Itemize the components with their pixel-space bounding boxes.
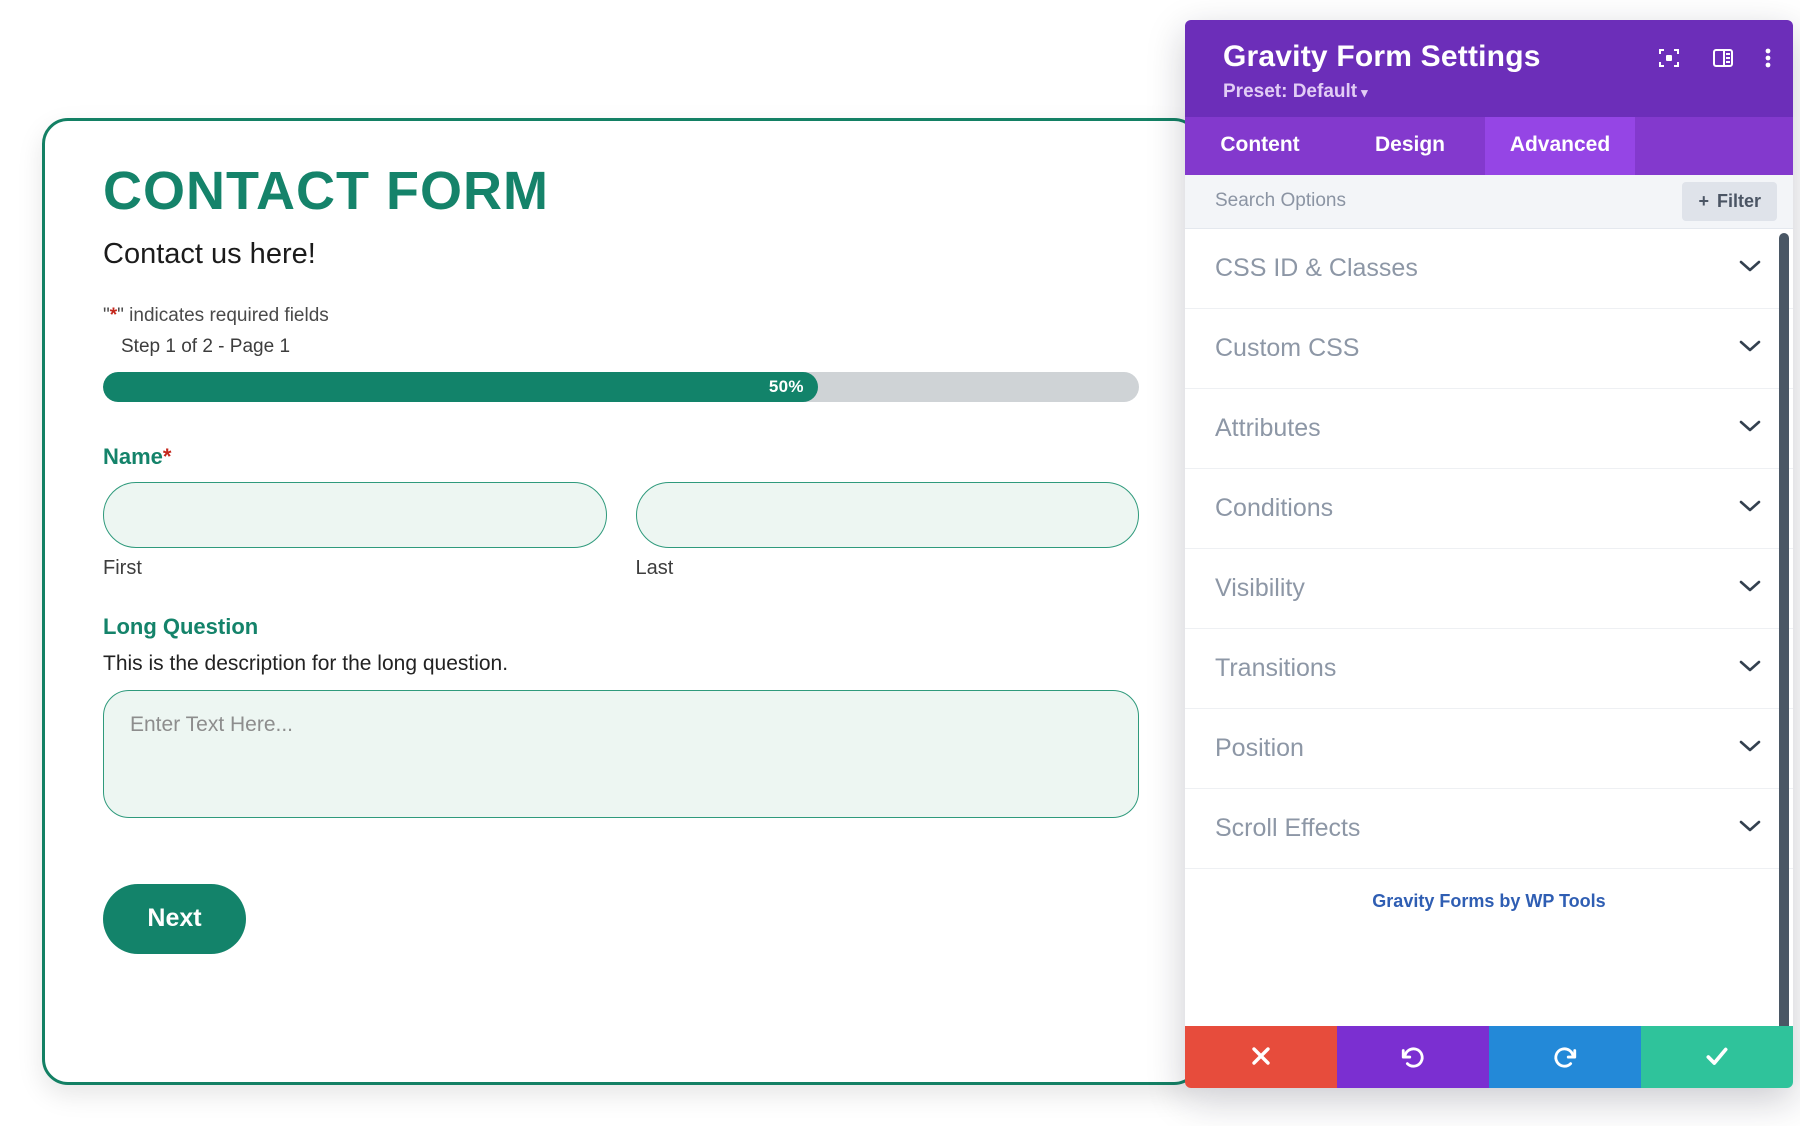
panel-footer xyxy=(1185,1026,1793,1088)
tab-content[interactable]: Content xyxy=(1185,117,1335,175)
accordion-item-conditions[interactable]: Conditions xyxy=(1185,469,1793,549)
plus-icon: + xyxy=(1698,190,1709,211)
undo-icon xyxy=(1400,1043,1426,1072)
accordion-label: Scroll Effects xyxy=(1215,813,1361,842)
field-name-required-star: * xyxy=(162,443,172,469)
accordion-label: Conditions xyxy=(1215,493,1334,522)
first-name-input[interactable] xyxy=(103,481,607,548)
progress-percent-label: 50% xyxy=(768,376,804,396)
panel-preset-label: Preset: Default xyxy=(1223,80,1358,102)
last-name-sublabel: Last xyxy=(635,556,674,579)
accordion-label: Custom CSS xyxy=(1215,333,1360,362)
contact-form-inner: CONTACT FORM Contact us here! "*" indica… xyxy=(45,121,1197,954)
step-indicator: Step 1 of 2 - Page 1 xyxy=(121,335,291,357)
chevron-down-icon xyxy=(1739,659,1761,678)
filter-button-label: Filter xyxy=(1716,190,1761,211)
last-name-input[interactable] xyxy=(635,481,1139,548)
save-button[interactable] xyxy=(1641,1026,1793,1088)
panel-preset-selector[interactable]: Preset: Default ▾ xyxy=(1223,81,1767,103)
progress-bar-track: 50% xyxy=(103,371,1139,402)
field-long-question-description: This is the description for the long que… xyxy=(103,651,509,675)
chevron-down-icon xyxy=(1739,819,1761,838)
contact-form-card: CONTACT FORM Contact us here! "*" indica… xyxy=(42,118,1200,1085)
screen-root: CONTACT FORM Contact us here! "*" indica… xyxy=(0,0,1800,1126)
tab-design[interactable]: Design xyxy=(1335,117,1485,175)
close-icon xyxy=(1249,1044,1273,1071)
field-long-question: Long Question This is the description fo… xyxy=(103,614,1139,818)
gravity-form-settings-panel: Gravity Form Settings Preset: Default▾ xyxy=(1185,20,1793,1088)
more-vertical-icon[interactable] xyxy=(1765,46,1771,70)
next-button[interactable]: Next xyxy=(103,883,246,954)
panel-credit-link[interactable]: Gravity Forms by WP Tools xyxy=(1185,869,1793,912)
accordion-item-visibility[interactable]: Visibility xyxy=(1185,549,1793,629)
search-input[interactable] xyxy=(1215,174,1683,228)
chevron-down-icon: ▾ xyxy=(1361,84,1368,100)
long-question-textarea[interactable] xyxy=(103,689,1139,818)
accordion-item-position[interactable]: Position xyxy=(1185,709,1793,789)
required-fields-note: "*" indicates required fields xyxy=(103,305,1139,327)
form-title: CONTACT FORM xyxy=(103,161,549,221)
panel-scrollbar[interactable] xyxy=(1779,232,1789,1026)
accordion-item-transitions[interactable]: Transitions xyxy=(1185,629,1793,709)
name-inputs-row: First Last xyxy=(103,481,1139,580)
name-first-col: First xyxy=(103,481,607,580)
check-icon xyxy=(1704,1043,1730,1072)
tab-advanced[interactable]: Advanced xyxy=(1485,116,1635,175)
required-note-quote-open: " xyxy=(103,304,110,326)
panel-header: Gravity Form Settings Preset: Default ▾ xyxy=(1185,20,1793,117)
chevron-down-icon xyxy=(1739,419,1761,438)
field-name: Name* First Last xyxy=(103,444,1139,580)
close-button[interactable] xyxy=(1185,1026,1337,1088)
field-name-label-text: Name xyxy=(103,443,163,469)
field-name-label: Name* xyxy=(103,444,1139,470)
panel-header-icons xyxy=(1657,46,1771,70)
chevron-down-icon xyxy=(1739,739,1761,758)
progress-bar-fill: 50% xyxy=(103,371,818,402)
accordion-label: Transitions xyxy=(1215,653,1337,682)
chevron-down-icon xyxy=(1739,499,1761,518)
accordion-label: Visibility xyxy=(1215,573,1305,602)
chevron-down-icon xyxy=(1739,259,1761,278)
filter-button[interactable]: + Filter xyxy=(1682,181,1777,221)
form-subtitle: Contact us here! xyxy=(103,237,316,270)
name-last-col: Last xyxy=(635,481,1139,580)
first-name-sublabel: First xyxy=(103,556,142,579)
redo-button[interactable] xyxy=(1489,1026,1641,1088)
chevron-down-icon xyxy=(1739,579,1761,598)
layout-panel-icon[interactable] xyxy=(1711,46,1735,70)
accordion-label: CSS ID & Classes xyxy=(1215,253,1418,282)
panel-body: CSS ID & Classes Custom CSS Attributes C… xyxy=(1185,228,1793,1026)
panel-tabs: Content Design Advanced xyxy=(1185,116,1793,175)
accordion-item-css-id-classes[interactable]: CSS ID & Classes xyxy=(1185,229,1793,309)
undo-button[interactable] xyxy=(1337,1026,1489,1088)
panel-search-row: + Filter xyxy=(1185,174,1793,229)
accordion-list: CSS ID & Classes Custom CSS Attributes C… xyxy=(1185,229,1793,922)
focus-target-icon[interactable] xyxy=(1657,46,1681,70)
accordion-item-custom-css[interactable]: Custom CSS xyxy=(1185,309,1793,389)
accordion-item-attributes[interactable]: Attributes xyxy=(1185,389,1793,469)
field-long-question-label: Long Question xyxy=(103,613,259,639)
accordion-label: Position xyxy=(1215,733,1304,762)
accordion-label: Attributes xyxy=(1215,413,1321,442)
required-note-text: " indicates required fields xyxy=(117,304,329,326)
chevron-down-icon xyxy=(1739,339,1761,358)
redo-icon xyxy=(1552,1043,1578,1072)
accordion-item-scroll-effects[interactable]: Scroll Effects xyxy=(1185,789,1793,869)
